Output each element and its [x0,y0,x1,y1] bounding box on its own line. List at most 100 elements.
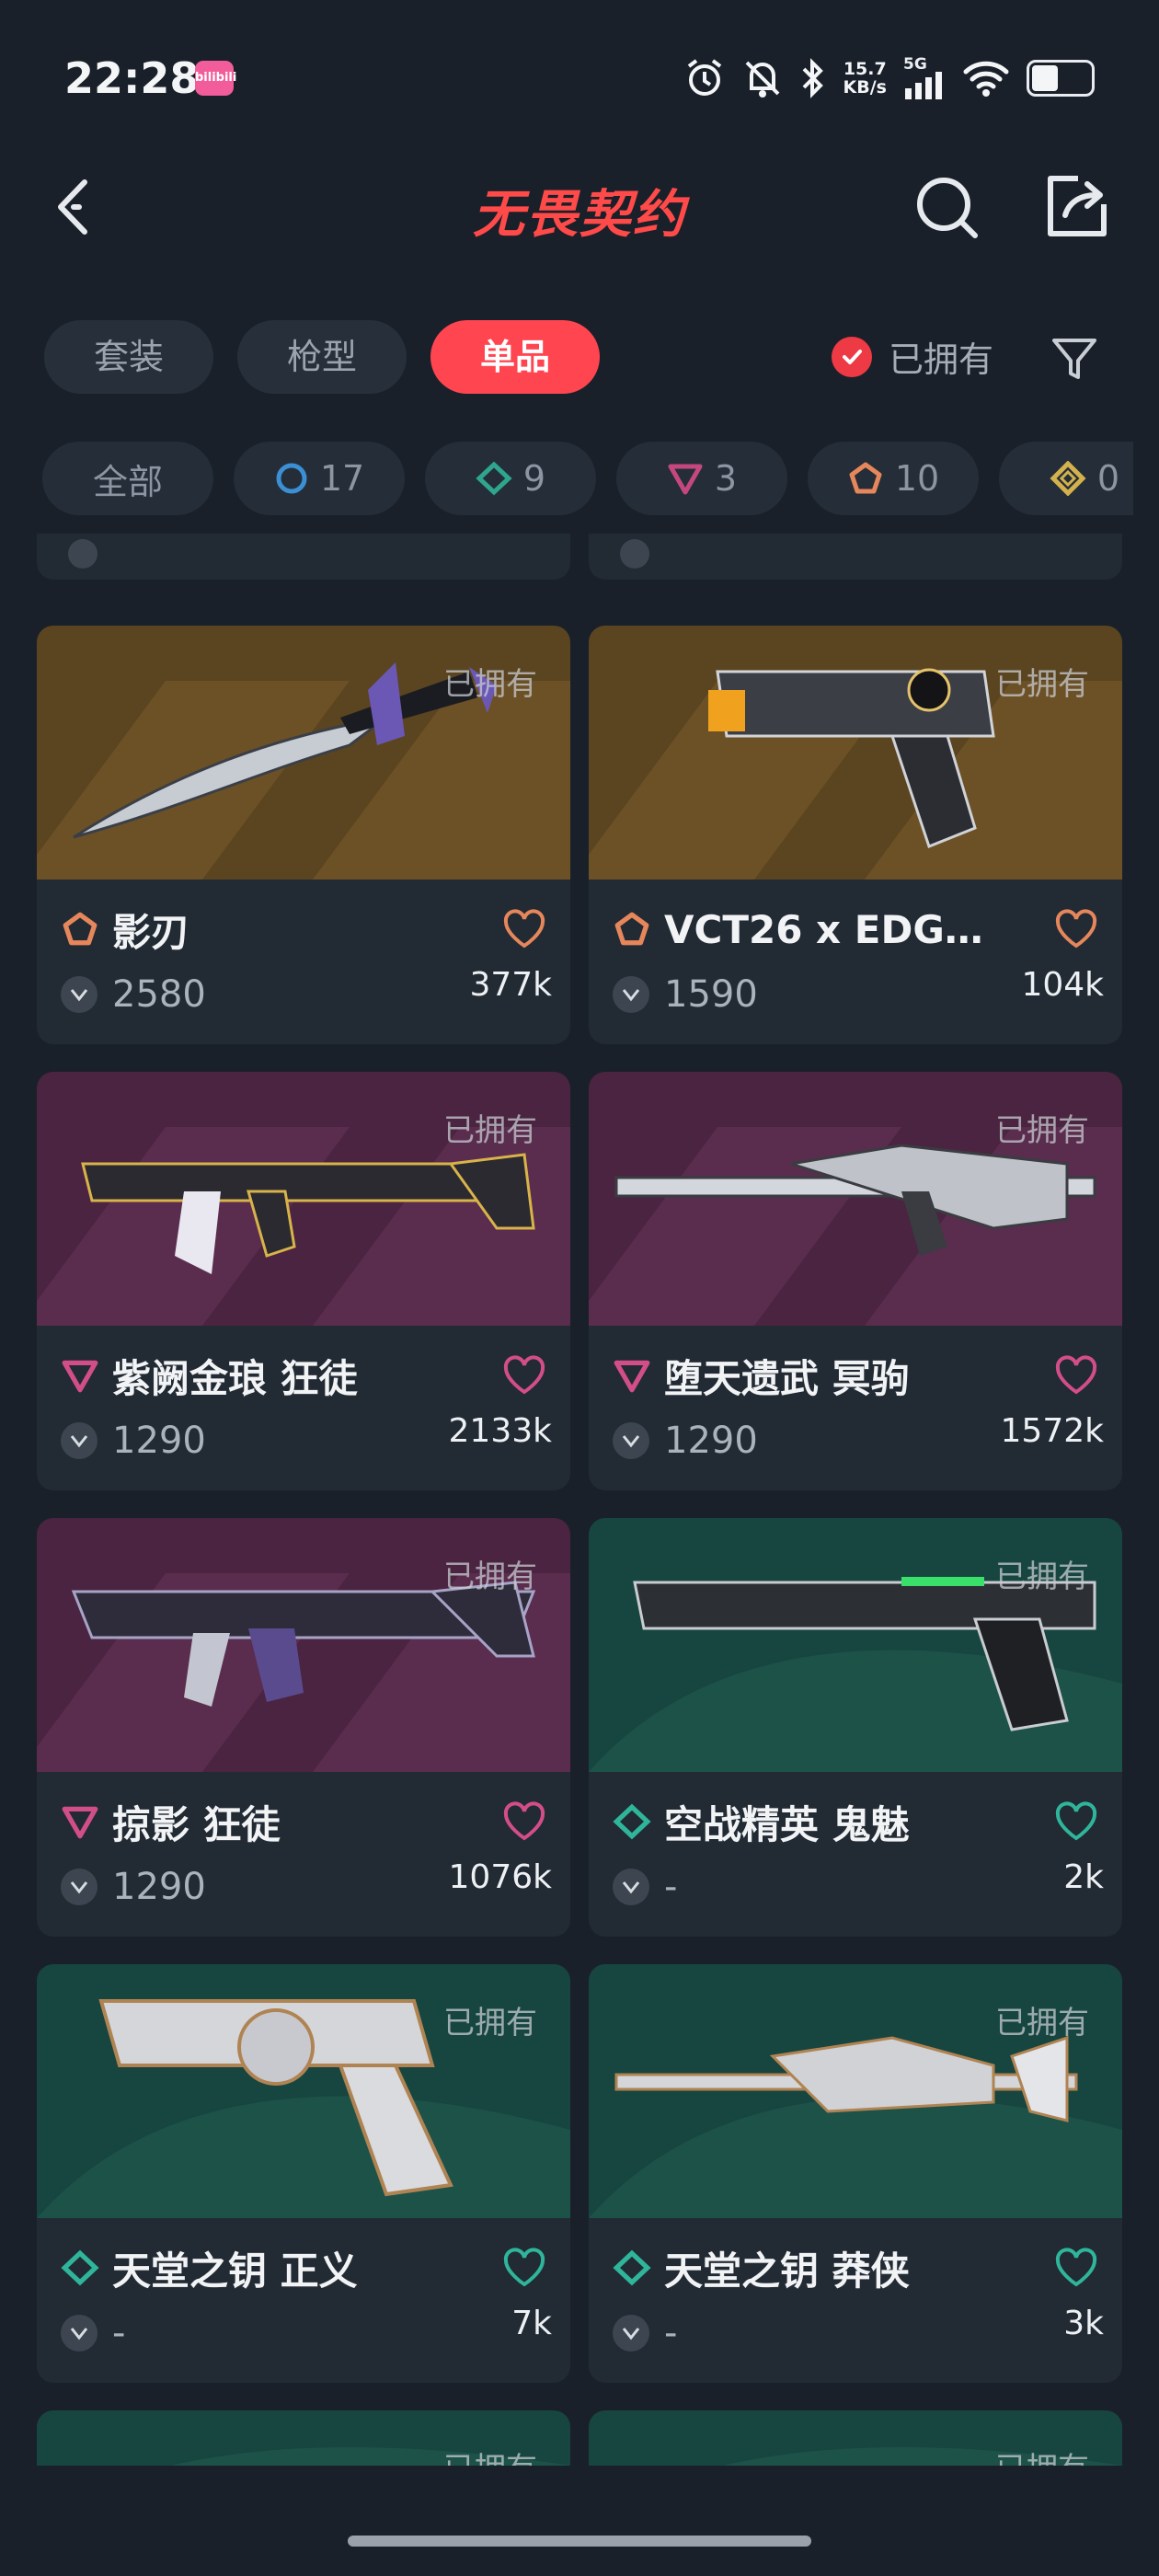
owned-badge: 已拥有 [443,666,537,703]
item-card-outlaw-heaven-key[interactable]: 已拥有 天堂之钥 莽侠 - 3k [589,1964,1122,2383]
item-name: 天堂之钥 正义 [112,2248,358,2294]
like-count: 7k [511,2305,552,2342]
item-name: 掠影 狂徒 [112,1801,281,1847]
chip-ultra[interactable]: 0 [999,442,1133,515]
bluetooth-icon [802,58,823,98]
item-price: - [664,1866,678,1908]
cellular-signal: 5G [903,57,946,99]
vp-coin-icon [613,976,649,1013]
vp-coin-icon [613,1422,649,1459]
owned-filter-toggle[interactable]: 已拥有 [832,331,993,382]
like-count: 104k [1021,966,1104,1004]
owned-badge: 已拥有 [995,666,1089,703]
vp-coin-icon [61,976,98,1013]
item-price: 1590 [664,973,758,1016]
clock: 22:28 [64,53,200,103]
alarm-icon [687,59,721,96]
tab-suits[interactable]: 套装 [44,320,214,394]
item-card-ghost-airforce[interactable]: 已拥有 空战精英 鬼魅 - 2k [589,1518,1122,1937]
vp-coin-icon [620,539,649,569]
item-card-sheriff-heaven-key[interactable]: 已拥有 天堂之钥 正义 - 7k [37,1964,570,2383]
owned-badge: 已拥有 [443,1558,537,1595]
heart-icon[interactable] [1054,1355,1098,1396]
signal-bars-icon [905,72,942,99]
status-icons: 15.7 KB/s 5G [683,51,1095,106]
item-card-partial[interactable]: 已拥有 [589,2410,1122,2466]
heart-icon[interactable] [502,2248,546,2288]
exclusive-edition-icon [849,462,882,494]
item-name: VCT26 x EDG… [664,906,983,952]
vp-coin-icon [613,2315,649,2352]
item-card-vct26-edg[interactable]: 已拥有 VCT26 x EDG… 1590 104k [589,626,1122,1044]
heart-icon[interactable] [502,1801,546,1842]
item-name: 影刃 [112,909,190,955]
heart-icon[interactable] [502,909,546,949]
ultra-edition-icon [1050,461,1086,496]
item-name: 天堂之钥 莽侠 [664,2248,910,2294]
search-icon[interactable] [912,173,982,243]
item-card-partial[interactable]: 已拥有 [37,2410,570,2466]
owned-badge: 已拥有 [443,2005,537,2041]
rarity-filter-chips: 全部 17 9 3 10 0 [42,442,1133,517]
chip-premium[interactable]: 3 [616,442,787,515]
premium-edition-icon [62,1806,98,1839]
chip-select[interactable]: 17 [234,442,405,515]
heart-icon[interactable] [1054,909,1098,949]
select-edition-icon [276,463,307,494]
item-card-operator-fallen[interactable]: 已拥有 堕天遗武 冥驹 1290 1572k [589,1072,1122,1490]
chip-exclusive[interactable]: 10 [808,442,979,515]
item-card-vandal-purple-gold[interactable]: 已拥有 紫阙金琅 狂徒 1290 2133k [37,1072,570,1490]
like-count: 377k [469,966,552,1004]
category-tabs: 套装 枪型 单品 [44,320,601,394]
heart-icon[interactable] [1054,2248,1098,2288]
network-speed: 15.7 KB/s [843,59,887,98]
like-count: 2133k [448,1412,552,1450]
like-count: 1572k [1000,1412,1104,1450]
deluxe-edition-icon [476,461,512,496]
heart-icon[interactable] [1054,1801,1098,1842]
like-count: 3k [1063,2305,1104,2342]
item-price: - [112,2312,126,2354]
like-count: 2k [1063,1858,1104,1896]
tab-weapon-type[interactable]: 枪型 [237,320,407,394]
owned-badge: 已拥有 [995,1112,1089,1149]
item-card-partial[interactable] [37,534,570,580]
chip-all[interactable]: 全部 [42,442,213,515]
owned-badge: 已拥有 [443,1112,537,1149]
item-card-shadow-blade[interactable]: 已拥有 影刃 2580 377k [37,626,570,1044]
item-name: 紫阙金琅 狂徒 [112,1355,358,1401]
chip-deluxe[interactable]: 9 [425,442,596,515]
tab-single-items[interactable]: 单品 [430,320,601,394]
mute-bell-icon [745,61,779,98]
owned-badge: 已拥有 [443,2444,537,2466]
top-app-bar: 无畏契约 [0,156,1159,258]
battery-icon [1027,60,1095,97]
item-card-vandal-shadow[interactable]: 已拥有 掠影 狂徒 1290 1076k [37,1518,570,1937]
owned-badge: 已拥有 [995,2444,1089,2466]
item-card-partial[interactable] [589,534,1122,580]
exclusive-edition-icon [614,912,649,946]
item-price: 2580 [112,973,206,1016]
premium-edition-icon [62,1360,98,1393]
premium-edition-icon [614,1360,650,1393]
vp-coin-icon [68,539,98,569]
owned-badge: 已拥有 [995,2005,1089,2041]
item-name: 堕天遗武 冥驹 [664,1355,910,1401]
filter-funnel-icon[interactable] [1049,333,1100,385]
bilibili-app-icon: bilibili [195,61,236,96]
owned-filter-label: 已拥有 [889,339,994,380]
share-export-icon[interactable] [1041,171,1111,241]
item-price: 1290 [112,1866,206,1908]
item-name: 空战精英 鬼魅 [664,1801,910,1847]
vp-coin-icon [61,1422,98,1459]
vp-coin-icon [613,1869,649,1905]
wifi-icon [963,61,1009,97]
item-grid: 已拥有 影刃 2580 377k 已拥有 VCT26 x EDG… 1590 1… [0,534,1159,2466]
item-price: 1290 [112,1420,206,1462]
deluxe-edition-icon [613,1803,651,1840]
deluxe-edition-icon [613,2249,651,2286]
heart-icon[interactable] [502,1355,546,1396]
home-indicator[interactable] [348,2536,811,2547]
page-title-logo: 无畏契约 [473,185,686,245]
status-bar: 22:28 bilibili 15.7 KB/s 5G [0,0,1159,156]
